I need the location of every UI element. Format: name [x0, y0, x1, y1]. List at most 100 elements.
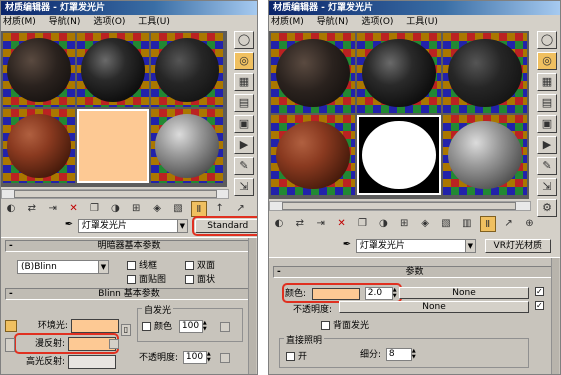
spinner-arrows-icon[interactable]: ▲ ▼ [393, 287, 399, 300]
self-illum-color-checkbox[interactable] [142, 322, 151, 331]
sample-type-icon[interactable]: ◯ [234, 31, 254, 49]
sample-slot[interactable] [271, 115, 355, 195]
opacity-spinner[interactable]: 100 [182, 351, 207, 364]
put-to-library-icon[interactable]: ⊞ [128, 201, 144, 217]
menu-tools[interactable]: 工具(U) [138, 15, 170, 29]
show-map-icon[interactable]: ▧ [438, 216, 454, 232]
backface-row[interactable]: 背面发光 [321, 318, 369, 331]
menu-options[interactable]: 选项(O) [93, 15, 125, 29]
make-preview-icon[interactable]: ▶ [234, 136, 254, 154]
lock-icon[interactable]: ▯ [121, 324, 131, 336]
spinner-arrows-icon[interactable]: ▲ ▼ [207, 351, 213, 364]
two-sided-option[interactable]: 双面 [185, 258, 215, 271]
face-map-checkbox[interactable] [127, 275, 136, 284]
chevron-down-icon[interactable]: ▼ [464, 240, 475, 252]
chevron-down-icon[interactable]: ▼ [98, 261, 108, 273]
two-sided-checkbox[interactable] [185, 261, 194, 270]
color-multiplier-spinner[interactable]: 2.0 [364, 287, 393, 300]
options-icon[interactable]: ✎ [234, 157, 254, 175]
uv-tiling-icon[interactable]: ▤ [234, 94, 254, 112]
faceted-checkbox[interactable] [185, 275, 194, 284]
face-map-option[interactable]: 面贴图 [127, 272, 166, 285]
sample-slot[interactable] [3, 109, 75, 183]
make-unique-icon[interactable]: ◑ [375, 216, 391, 232]
go-forward-icon[interactable]: ↗ [233, 201, 249, 217]
faceted-option[interactable]: 面状 [185, 272, 215, 285]
background-icon[interactable]: ▦ [537, 73, 557, 91]
video-check-icon[interactable]: ▣ [234, 115, 254, 133]
slots-scrollbar[interactable] [269, 201, 531, 211]
sample-slot-active[interactable] [357, 115, 441, 195]
sample-slot[interactable] [151, 109, 223, 183]
go-to-parent-icon[interactable]: Ⅱ [479, 216, 496, 232]
sample-slot[interactable] [77, 33, 149, 107]
sample-slot[interactable] [443, 33, 527, 113]
material-effects-icon[interactable]: ◈ [149, 201, 165, 217]
show-end-result-icon[interactable]: ▥ [459, 216, 475, 232]
backface-checkbox[interactable] [321, 321, 330, 330]
panel-scrollbar[interactable] [551, 258, 559, 374]
spinner-arrows-icon[interactable]: ▲ ▼ [412, 348, 418, 361]
scroll-thumb[interactable] [14, 190, 218, 198]
go-forward-icon[interactable]: ↗ [501, 216, 517, 232]
material-navigator-icon[interactable]: ⚙ [537, 199, 557, 217]
shader-rollout-header[interactable]: - 明暗器基本参数 [5, 240, 253, 252]
light-color-swatch[interactable] [311, 287, 360, 300]
put-to-scene-icon[interactable]: ⇄ [24, 201, 40, 217]
diffuse-map-button[interactable] [109, 339, 119, 349]
show-end-result-icon[interactable]: Ⅱ [190, 201, 207, 217]
material-type-button[interactable]: VR灯光材质 [484, 239, 551, 253]
self-illum-spinner[interactable]: 100 [178, 320, 203, 333]
eyedropper-icon[interactable]: ✒ [341, 239, 353, 250]
material-type-button[interactable]: Standard [191, 216, 257, 236]
assign-material-icon[interactable]: ⇥ [313, 216, 329, 232]
make-preview-icon[interactable]: ▶ [537, 136, 557, 154]
self-illum-map-button[interactable] [219, 321, 230, 332]
material-effects-icon[interactable]: ◈ [417, 216, 433, 232]
material-name-field[interactable]: 灯罩发光片 ▼ [355, 239, 476, 253]
copy-material-icon[interactable]: ❐ [87, 201, 103, 217]
subdivs-spinner[interactable]: 8 [385, 348, 412, 361]
opacity-map-button[interactable]: None [339, 301, 529, 313]
wire-checkbox[interactable] [127, 261, 136, 270]
show-map-icon[interactable]: ▧ [170, 201, 186, 217]
select-by-material-icon[interactable]: ⇲ [537, 178, 557, 196]
go-to-parent-icon[interactable]: ↑ [212, 201, 228, 217]
sample-slot[interactable] [271, 33, 355, 113]
sample-slot-active[interactable] [77, 109, 149, 183]
panel-scrollbar[interactable] [248, 238, 256, 374]
sample-slot[interactable] [3, 33, 75, 107]
menu-options[interactable]: 选项(O) [361, 15, 393, 29]
sample-slot[interactable] [443, 115, 527, 195]
color-map-checkbox[interactable]: ✓ [534, 287, 544, 296]
reset-map-icon[interactable]: ✕ [334, 216, 350, 232]
menu-navigation[interactable]: 导航(N) [317, 15, 349, 29]
ambient-color-swatch[interactable] [70, 318, 119, 333]
eyedropper-icon[interactable]: ✒ [63, 219, 75, 230]
scroll-thumb[interactable] [282, 202, 516, 210]
sample-slot[interactable] [151, 33, 223, 107]
material-name-field[interactable]: 灯罩发光片 ▼ [77, 219, 188, 233]
sample-type-icon[interactable]: ◯ [537, 31, 557, 49]
params-rollout-header[interactable]: - 参数 [273, 266, 556, 278]
copy-material-icon[interactable]: ❐ [355, 216, 371, 232]
put-to-library-icon[interactable]: ⊞ [396, 216, 412, 232]
uv-tiling-icon[interactable]: ▤ [537, 94, 557, 112]
blinn-rollout-header[interactable]: - Blinn 基本参数 [5, 288, 253, 300]
shader-type-select[interactable]: (B)Blinn ▼ [17, 260, 109, 274]
link-icon[interactable] [5, 319, 17, 332]
pick-from-object-icon[interactable]: ⊕ [522, 216, 538, 232]
background-icon[interactable]: ▦ [234, 73, 254, 91]
get-material-icon[interactable]: ◐ [3, 201, 19, 217]
chevron-down-icon[interactable]: ▼ [176, 220, 187, 232]
select-by-material-icon[interactable]: ⇲ [234, 178, 254, 196]
reset-map-icon[interactable]: ✕ [66, 201, 82, 217]
wire-option[interactable]: 线框 [127, 258, 157, 271]
color-map-button[interactable]: None [399, 287, 529, 299]
video-check-icon[interactable]: ▣ [537, 115, 557, 133]
backlight-icon[interactable]: ◎ [537, 52, 557, 70]
get-material-icon[interactable]: ◐ [271, 216, 287, 232]
direct-on-checkbox[interactable] [286, 352, 295, 361]
lock-button[interactable]: ▯ [121, 324, 131, 336]
menu-navigation[interactable]: 导航(N) [49, 15, 81, 29]
